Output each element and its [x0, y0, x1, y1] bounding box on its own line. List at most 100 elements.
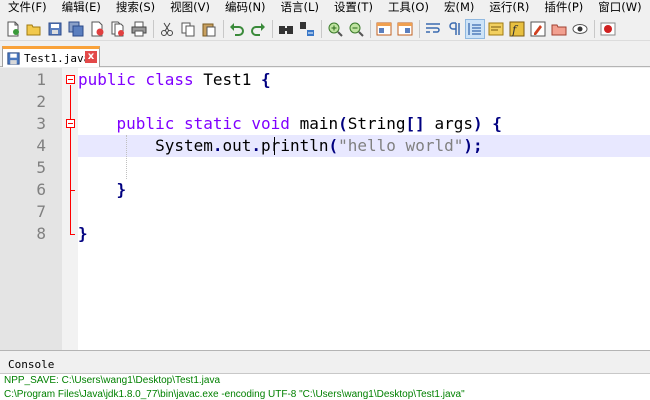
undo-icon[interactable] [228, 20, 246, 38]
menu-search[interactable]: 搜索(S) [108, 0, 162, 15]
toolbar-separator [419, 19, 420, 38]
console-title: Console [8, 358, 55, 371]
menu-settings[interactable]: 设置(T) [326, 0, 380, 15]
fold-toggle-icon[interactable] [66, 119, 75, 128]
menu-view[interactable]: 视图(V) [162, 0, 217, 15]
code-line[interactable]: public static void main(String[] args) { [78, 113, 650, 135]
find-icon[interactable] [277, 20, 295, 38]
copy-icon[interactable] [179, 20, 197, 38]
line-number: 6 [36, 180, 46, 199]
toolbar: f [0, 17, 650, 41]
console-line: NPP_SAVE: C:\Users\wang1\Desktop\Test1.j… [4, 375, 221, 386]
line-number: 7 [36, 202, 46, 221]
menu-bar: 文件(F) 编辑(E) 搜索(S) 视图(V) 编码(N) 语言(L) 设置(T… [0, 0, 650, 15]
fold-end-mark [70, 234, 75, 235]
toolbar-separator [272, 19, 273, 38]
code-token: . [251, 136, 262, 155]
menu-language[interactable]: 语言(L) [273, 0, 326, 15]
paste-icon[interactable] [200, 20, 218, 38]
line-number: 8 [36, 224, 46, 243]
sync-horizontal-icon[interactable] [396, 20, 414, 38]
console-header: Console [0, 355, 650, 374]
fold-range-line [70, 129, 71, 190]
word-wrap-icon[interactable] [424, 20, 442, 38]
text-caret [274, 137, 275, 155]
code-token: ( [338, 114, 348, 133]
code-token: public static void [78, 114, 300, 133]
print-icon[interactable] [130, 20, 148, 38]
folder-workspace-icon[interactable] [529, 20, 547, 38]
console-output[interactable]: NPP_SAVE: C:\Users\wang1\Desktop\Test1.j… [0, 374, 650, 400]
code-editor[interactable]: 1 2 3 4 5 6 7 8 public class Test1 { public stat… [0, 68, 650, 350]
monitor-icon[interactable] [571, 20, 589, 38]
tab-close-button[interactable]: x [85, 51, 97, 63]
sync-vertical-icon[interactable] [375, 20, 393, 38]
code-token: } [78, 180, 127, 199]
toolbar-separator [594, 19, 595, 38]
menu-edit[interactable]: 编辑(E) [54, 0, 108, 15]
indent-guide [126, 135, 127, 179]
saved-file-icon [7, 51, 20, 65]
fold-toggle-icon[interactable] [66, 75, 75, 84]
open-file-icon[interactable] [25, 20, 43, 38]
code-token: ( [328, 136, 339, 155]
console-line: C:\Program Files\Java\jdk1.8.0_77\bin\ja… [4, 389, 465, 400]
code-token: { [261, 70, 271, 89]
line-number: 1 [36, 70, 46, 89]
function-list-icon[interactable]: f [508, 20, 526, 38]
menu-encoding[interactable]: 编码(N) [217, 0, 273, 15]
menu-run[interactable]: 运行(R) [481, 0, 536, 15]
tab-test1-java[interactable]: Test1.java x [2, 46, 100, 67]
line-number: 5 [36, 158, 46, 177]
user-language-icon[interactable] [487, 20, 505, 38]
zoom-out-icon[interactable] [347, 20, 365, 38]
doc-map-icon[interactable] [550, 20, 568, 38]
save-all-icon[interactable] [67, 20, 85, 38]
save-icon[interactable] [46, 20, 64, 38]
toolbar-separator [153, 19, 154, 38]
record-macro-icon[interactable] [599, 20, 617, 38]
close-icon[interactable] [88, 20, 106, 38]
toolbar-separator [370, 19, 371, 38]
code-line[interactable]: System.out.println("hello world"); [78, 135, 650, 157]
code-token: args [434, 114, 473, 133]
toolbar-separator [321, 19, 322, 38]
cut-icon[interactable] [158, 20, 176, 38]
code-line[interactable] [78, 201, 650, 223]
code-token: main [299, 114, 339, 133]
redo-icon[interactable] [249, 20, 267, 38]
tab-label: Test1.java [24, 51, 91, 65]
code-token: [] [405, 114, 435, 133]
menu-file[interactable]: 文件(F) [0, 0, 54, 15]
code-line[interactable]: } [78, 223, 650, 245]
zoom-in-icon[interactable] [326, 20, 344, 38]
new-file-icon[interactable] [4, 20, 22, 38]
code-token: println [261, 136, 329, 155]
code-token: ) { [472, 114, 502, 133]
toolbar-separator [223, 19, 224, 38]
code-token: "hello world" [338, 136, 464, 155]
tab-bar: Test1.java x [0, 43, 650, 67]
replace-icon[interactable] [298, 20, 316, 38]
menu-macro[interactable]: 宏(M) [436, 0, 481, 15]
code-line[interactable] [78, 157, 650, 179]
code-token: out [222, 136, 252, 155]
code-token: public class [78, 70, 204, 89]
menu-plugins[interactable]: 插件(P) [536, 0, 590, 15]
code-line[interactable]: } [78, 179, 650, 201]
line-number: 2 [36, 92, 46, 111]
code-token: ); [463, 136, 483, 155]
code-token: Test1 [203, 70, 262, 89]
code-line[interactable] [78, 91, 650, 113]
code-token: String [347, 114, 406, 133]
code-token: System [78, 136, 213, 155]
show-all-chars-icon[interactable] [445, 20, 463, 38]
menu-tools[interactable]: 工具(O) [380, 0, 436, 15]
code-line[interactable]: public class Test1 { [78, 69, 650, 91]
indent-guide-icon[interactable] [465, 18, 485, 39]
line-number: 3 [36, 114, 46, 133]
close-all-icon[interactable] [109, 20, 127, 38]
code-token: . [212, 136, 223, 155]
menu-window[interactable]: 窗口(W) [590, 0, 648, 15]
line-number: 4 [36, 136, 46, 155]
